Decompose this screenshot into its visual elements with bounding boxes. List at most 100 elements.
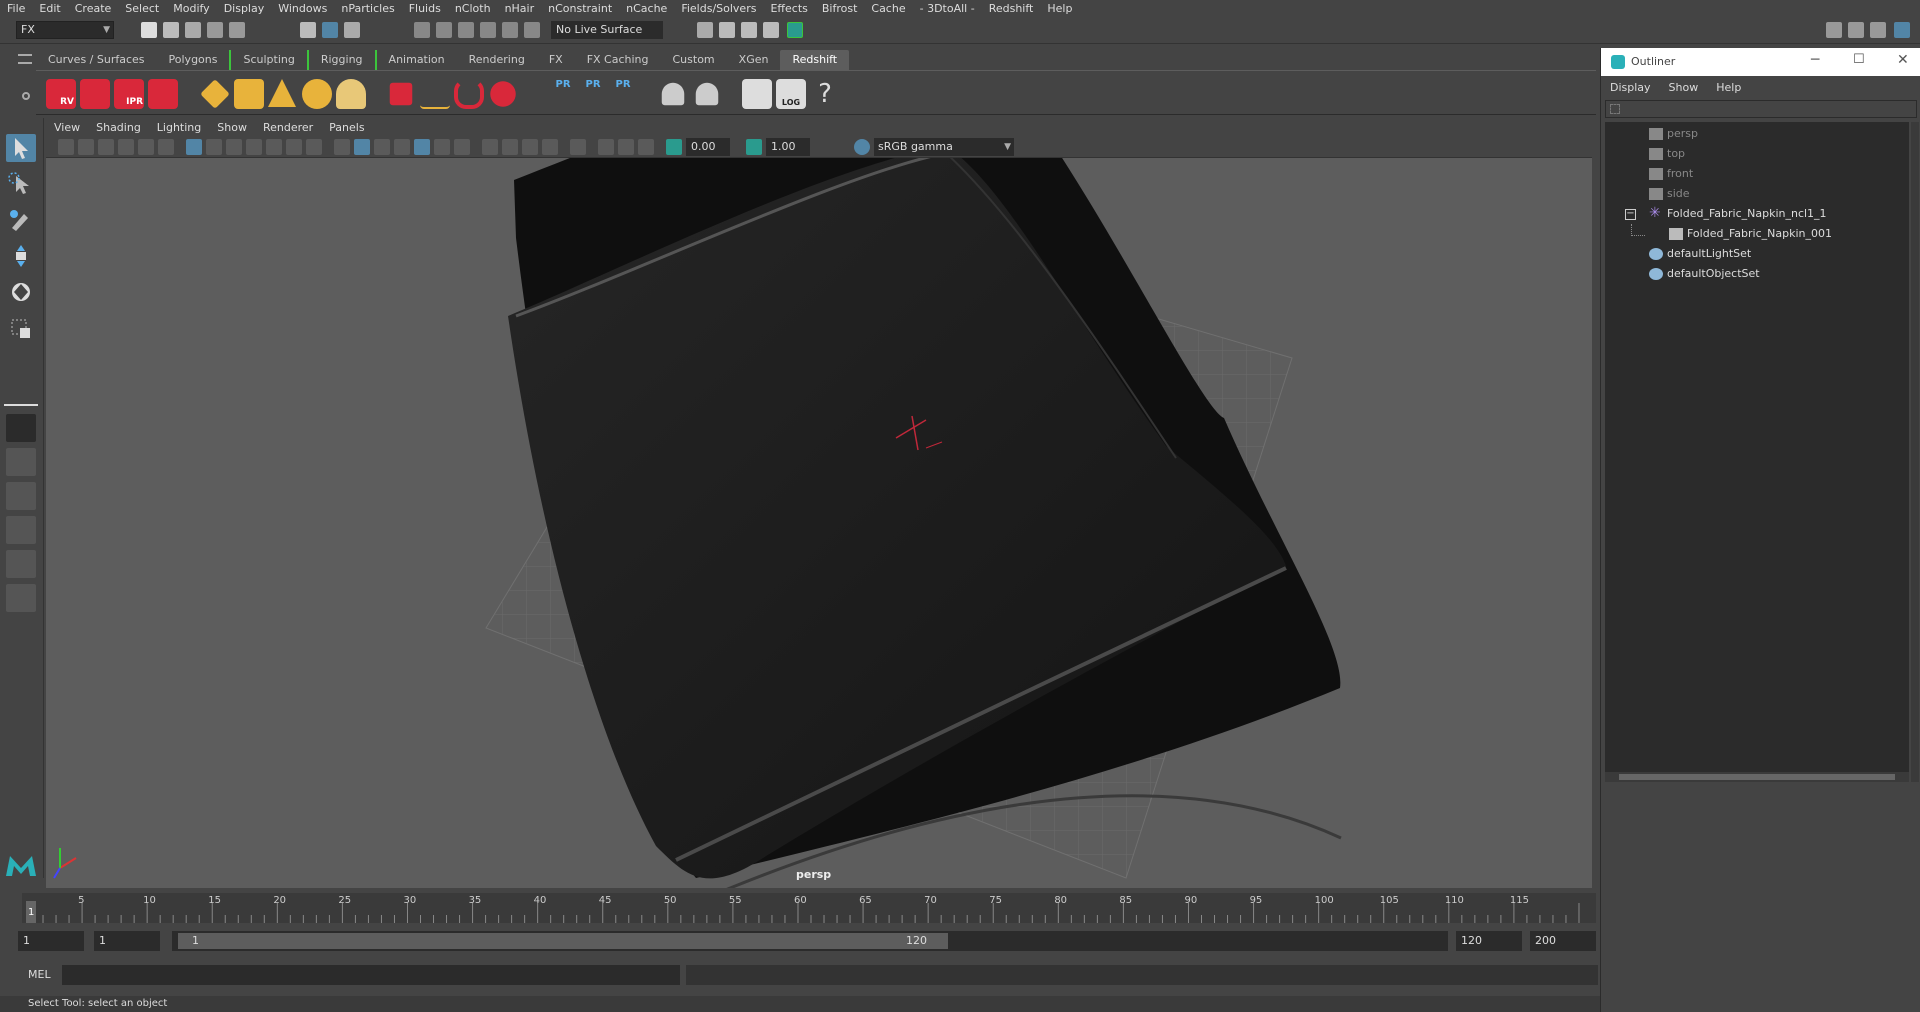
outliner-item-default-object-set[interactable]: defaultObjectSet (1605, 264, 1909, 284)
outliner-item-persp[interactable]: persp (1605, 124, 1909, 144)
tab-fx-caching[interactable]: FX Caching (575, 50, 661, 70)
safe-action-icon[interactable] (286, 139, 302, 155)
field-chart-icon[interactable] (266, 139, 282, 155)
redshift-hair-icon[interactable] (454, 79, 484, 109)
playback-end-field[interactable]: 120 (1456, 931, 1522, 951)
redshift-render-view-icon[interactable]: RV (46, 79, 76, 109)
snap-view-plane-icon[interactable] (480, 22, 496, 38)
undo-icon[interactable] (207, 22, 223, 38)
persp-viewport[interactable] (46, 158, 1592, 888)
range-handle[interactable]: 1 120 (178, 933, 948, 949)
camera-attributes-icon[interactable] (78, 139, 94, 155)
redshift-sun-sky-icon[interactable] (336, 79, 366, 109)
panel-menu-show[interactable]: Show (209, 121, 255, 134)
menu-3dtoall[interactable]: - 3DtoAll - (913, 2, 982, 15)
tab-xgen[interactable]: XGen (727, 50, 781, 70)
outliner-menu-help[interactable]: Help (1707, 81, 1750, 94)
bookmark-icon[interactable] (98, 139, 114, 155)
menu-cache[interactable]: Cache (864, 2, 912, 15)
isolate-select-icon[interactable] (570, 139, 586, 155)
panel-menu-panels[interactable]: Panels (321, 121, 372, 134)
multisample-aa-icon[interactable] (522, 139, 538, 155)
menu-nhair[interactable]: nHair (498, 2, 542, 15)
grease-pencil-icon[interactable] (158, 139, 174, 155)
side-by-side-layout-icon[interactable] (6, 482, 36, 510)
outliner-menu-show[interactable]: Show (1660, 81, 1708, 94)
live-surface-field[interactable]: No Live Surface (551, 21, 663, 39)
tab-animation[interactable]: Animation (377, 50, 457, 70)
color-management-icon[interactable] (854, 139, 870, 155)
use-all-lights-icon[interactable] (434, 139, 450, 155)
persp-hypershade-layout-icon[interactable] (6, 584, 36, 612)
select-component-icon[interactable] (344, 22, 360, 38)
redshift-area-light-icon[interactable] (200, 79, 230, 109)
menu-select[interactable]: Select (118, 2, 166, 15)
redshift-bake-set-icon[interactable] (695, 82, 719, 106)
hypershade-icon[interactable] (787, 22, 803, 38)
snap-point-icon[interactable] (458, 22, 474, 38)
select-camera-icon[interactable] (58, 139, 74, 155)
render-frame-icon[interactable] (719, 22, 735, 38)
scrollbar-thumb[interactable] (1619, 774, 1895, 780)
attribute-editor-icon[interactable] (1848, 22, 1864, 38)
menu-create[interactable]: Create (68, 2, 119, 15)
outliner-item-side[interactable]: side (1605, 184, 1909, 204)
outliner-menu-display[interactable]: Display (1601, 81, 1660, 94)
resolution-gate-icon[interactable] (226, 139, 242, 155)
redshift-render-icon[interactable] (80, 79, 110, 109)
outliner-vertical-scrollbar[interactable] (1911, 122, 1919, 782)
redshift-volume-icon[interactable] (420, 79, 450, 109)
command-input[interactable] (62, 965, 680, 985)
shelf-settings-gear-icon[interactable] (22, 92, 30, 100)
menu-file[interactable]: File (0, 2, 32, 15)
select-hierarchy-icon[interactable] (300, 22, 316, 38)
outliner-search-input[interactable] (1605, 100, 1917, 118)
menu-bifrost[interactable]: Bifrost (815, 2, 865, 15)
menu-nconstraint[interactable]: nConstraint (541, 2, 619, 15)
snap-vertex-icon[interactable] (524, 22, 540, 38)
image-plane-icon[interactable] (118, 139, 134, 155)
panel-menu-renderer[interactable]: Renderer (255, 121, 321, 134)
select-object-icon[interactable] (322, 22, 338, 38)
redo-icon[interactable] (229, 22, 245, 38)
exposure-field[interactable]: 0.00 (686, 138, 730, 156)
smooth-shade-icon[interactable] (354, 139, 370, 155)
menu-fluids[interactable]: Fluids (402, 2, 448, 15)
start-time-field[interactable]: 1 (18, 931, 84, 951)
wireframe-on-shaded-icon[interactable] (394, 139, 410, 155)
redshift-shader-code-icon[interactable] (742, 79, 772, 109)
outliner-item-napkin-group[interactable]: − ✳ Folded_Fabric_Napkin_ncl1_1 (1605, 204, 1909, 224)
maximize-icon[interactable]: ☐ (1853, 52, 1865, 67)
panel-menu-shading[interactable]: Shading (88, 121, 149, 134)
tab-rendering[interactable]: Rendering (457, 50, 537, 70)
view-transform-select[interactable]: sRGB gamma ▼ (874, 138, 1014, 156)
menu-ncache[interactable]: nCache (619, 2, 674, 15)
select-tool-icon[interactable] (6, 134, 36, 162)
tab-sculpting[interactable]: Sculpting (229, 50, 309, 70)
minimize-icon[interactable]: ─ (1811, 52, 1819, 68)
new-scene-icon[interactable] (141, 22, 157, 38)
menu-edit[interactable]: Edit (32, 2, 67, 15)
redshift-physical-light-icon[interactable] (268, 79, 296, 107)
tool-settings-icon[interactable] (1870, 22, 1886, 38)
depth-of-field-icon[interactable] (542, 139, 558, 155)
end-time-field[interactable]: 200 (1530, 931, 1596, 951)
menu-set-selector[interactable]: FX ▼ (16, 21, 114, 39)
outliner-horizontal-scrollbar[interactable] (1605, 772, 1909, 782)
screen-space-ao-icon[interactable] (482, 139, 498, 155)
ipr-render-icon[interactable] (741, 22, 757, 38)
gamma-icon[interactable] (746, 139, 762, 155)
render-settings-icon[interactable] (697, 22, 713, 38)
gamma-field[interactable]: 1.00 (766, 138, 810, 156)
redshift-proxy-icon[interactable] (389, 82, 413, 106)
snap-surface-icon[interactable] (502, 22, 518, 38)
redshift-render-settings-icon[interactable] (148, 79, 178, 109)
menu-help[interactable]: Help (1040, 2, 1079, 15)
menu-ncloth[interactable]: nCloth (448, 2, 498, 15)
single-perspective-layout-icon[interactable] (6, 414, 36, 442)
tab-custom[interactable]: Custom (661, 50, 727, 70)
textured-icon[interactable] (414, 139, 430, 155)
redshift-log-icon[interactable]: LOG (776, 79, 806, 109)
redshift-bake-icon[interactable] (661, 82, 685, 106)
redshift-pr-export-icon[interactable]: PR (578, 79, 608, 109)
